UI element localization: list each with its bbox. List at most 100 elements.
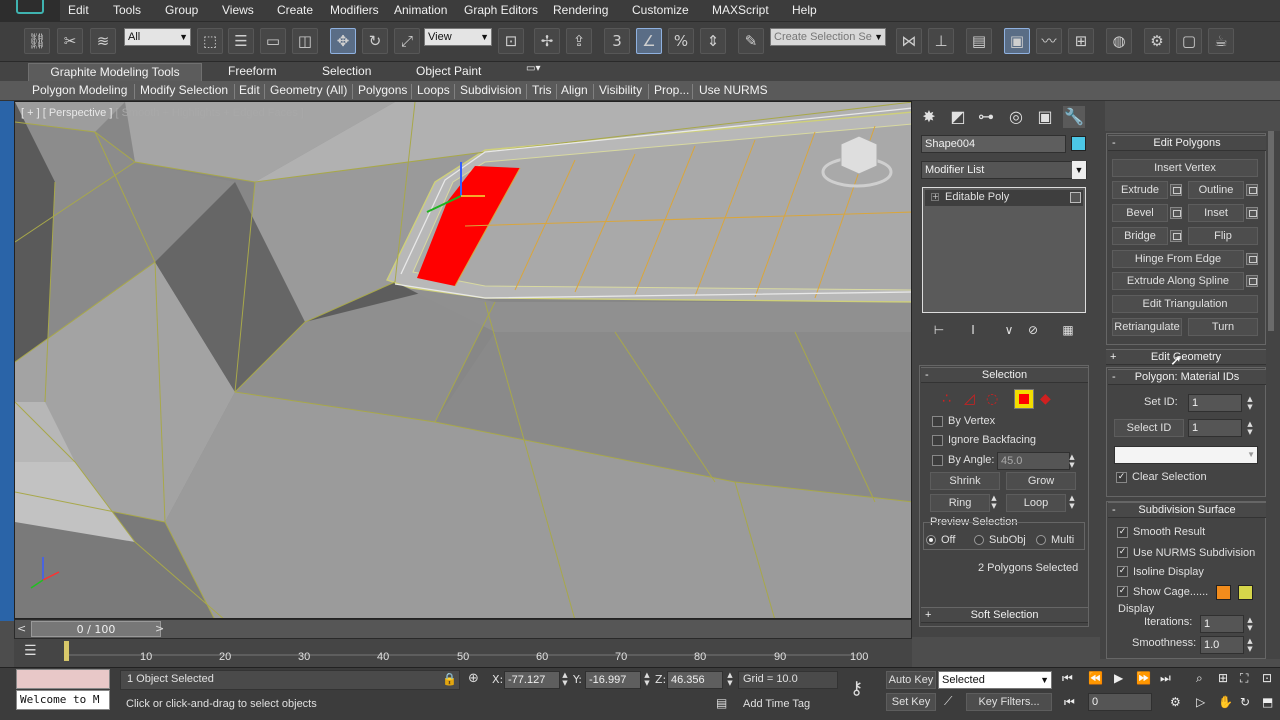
bevel-settings-icon[interactable] [1170,207,1182,219]
perspective-viewport[interactable]: [ + ] [ Perspective ] [ Smooth + Highlig… [14,101,912,619]
bevel-button[interactable]: Bevel [1112,204,1168,222]
show-end-result-icon[interactable]: Ⅰ [962,319,984,341]
edit-named-selection-icon[interactable]: ✎ [738,28,764,54]
render-setup-icon[interactable]: ⚙ [1144,28,1170,54]
ribbon-options-icon[interactable]: ▭▾ [526,63,540,74]
set-key-icon[interactable]: ⚷ [850,678,863,699]
menu-views[interactable]: Views [222,3,254,17]
reference-coordinate-dropdown[interactable]: View ▼ [424,28,492,46]
make-unique-icon[interactable]: ∨ [998,319,1020,341]
time-slider-next-icon[interactable]: > [155,622,164,635]
keyboard-shortcut-override-icon[interactable]: ⇪ [566,28,592,54]
select-id-button[interactable]: Select ID [1114,419,1184,437]
modifier-stack[interactable]: + Editable Poly [922,187,1086,313]
bridge-settings-icon[interactable] [1170,230,1182,242]
viewport-scene[interactable] [15,102,912,619]
edit-polygons-header[interactable]: - Edit Polygons [1108,135,1266,151]
zoom-extents-icon[interactable]: ⛶ [1240,671,1248,686]
orbit-icon[interactable]: ↻ [1240,695,1250,709]
smooth-result-checkbox[interactable]: ✓ [1117,527,1128,538]
menu-create[interactable]: Create [277,3,313,17]
preview-subobj-radio[interactable] [974,535,984,545]
menu-modifiers[interactable]: Modifiers [330,3,379,17]
menu-tools[interactable]: Tools [113,3,141,17]
ribbon-polygon-modeling[interactable]: Polygon Modeling [32,83,127,97]
by-angle-field[interactable]: 45.0 [997,452,1070,470]
field-of-view-icon[interactable]: ▷ [1196,695,1205,709]
add-time-tag-button[interactable]: Add Time Tag [743,698,810,710]
time-slider-prev-icon[interactable]: < [17,622,26,635]
app-logo-button[interactable] [0,0,60,22]
time-configuration-icon[interactable]: ⚙ [1170,695,1181,709]
ribbon-properties[interactable]: Prop... [654,83,689,97]
angle-snap-icon[interactable]: ∠ [636,28,662,54]
inset-button[interactable]: Inset [1188,204,1244,222]
extrude-settings-icon[interactable] [1170,184,1182,196]
previous-frame-icon[interactable]: ⏪ [1088,671,1103,685]
menu-rendering[interactable]: Rendering [553,3,608,17]
x-coordinate-spinner[interactable]: ▲ ▼ [561,671,569,689]
bind-space-warp-icon[interactable]: ≋ [90,28,116,54]
soft-selection-rollout-header[interactable]: + Soft Selection [921,607,1088,623]
ribbon-visibility[interactable]: Visibility [599,83,642,97]
smoothness-field[interactable]: 1.0 [1200,636,1244,654]
schematic-view-icon[interactable]: ⊞ [1068,28,1094,54]
named-selection-dropdown[interactable]: Create Selection Se ▼ [770,28,886,46]
configure-modifier-sets-icon[interactable]: ▦ [1057,319,1079,341]
ribbon-edit[interactable]: Edit [239,83,260,97]
menu-group[interactable]: Group [165,3,198,17]
zoom-extents-all-icon[interactable]: ⊡ [1262,671,1272,685]
mirror-icon[interactable]: ⋈ [896,28,922,54]
ribbon-subdivision[interactable]: Subdivision [460,83,521,97]
time-tag-icon[interactable]: ▤ [716,696,727,710]
ribbon-use-nurms[interactable]: Use NURMS [699,83,768,97]
loop-spinner[interactable]: ▲ ▼ [1068,494,1076,512]
curve-editor-icon[interactable]: 〰 [1036,28,1062,54]
by-angle-spinner[interactable]: ▲ ▼ [1068,453,1076,471]
key-filters-button[interactable]: Key Filters... [966,693,1052,711]
outline-button[interactable]: Outline [1188,181,1244,199]
default-in-out-tangents-icon[interactable]: ⟋ [944,694,952,709]
use-nurms-checkbox[interactable]: ✓ [1117,547,1128,558]
play-icon[interactable]: ▶ [1114,671,1123,685]
object-color-swatch[interactable] [1071,136,1086,151]
show-cage-checkbox[interactable]: ✓ [1117,586,1128,597]
y-coordinate-field[interactable]: -16.997 [585,671,641,689]
material-ids-header[interactable]: - Polygon: Material IDs [1108,369,1266,385]
insert-vertex-button[interactable]: Insert Vertex [1112,159,1258,177]
tab-selection[interactable]: Selection [322,64,371,78]
modify-tab-icon[interactable]: ◩ [947,106,969,128]
selection-lock-icon[interactable]: 🔒 [442,672,457,686]
align-icon[interactable]: ⊥ [928,28,954,54]
x-coordinate-field[interactable]: -77.127 [504,671,560,689]
menu-help[interactable]: Help [792,3,817,17]
select-and-scale-icon[interactable]: ⤢ [394,28,420,54]
auto-key-button[interactable]: Auto Key [886,671,936,689]
select-by-name-icon[interactable]: ☰ [228,28,254,54]
link-icon[interactable]: ⛓ [24,28,50,54]
iterations-field[interactable]: 1 [1200,615,1244,633]
graphite-toggle-icon[interactable]: ▣ [1004,28,1030,54]
select-id-spinner[interactable]: ▲ ▼ [1246,420,1254,438]
selection-rollout-header[interactable]: - Selection [921,367,1088,383]
window-crossing-icon[interactable]: ◫ [292,28,318,54]
inset-settings-icon[interactable] [1246,207,1258,219]
by-angle-checkbox[interactable] [932,455,943,466]
rectangular-region-icon[interactable]: ▭ [260,28,286,54]
element-mode-icon[interactable]: ◆ [1040,391,1051,407]
z-coordinate-field[interactable]: 46.356 [667,671,723,689]
object-name-field[interactable]: Shape004 [921,135,1066,153]
go-to-start-icon[interactable]: ⏮ [1062,671,1073,686]
set-key-button[interactable]: Set Key [886,693,936,711]
clear-selection-checkbox[interactable]: ✓ [1116,472,1127,483]
remove-modifier-icon[interactable]: ⊘ [1022,319,1044,341]
menu-graph-editors[interactable]: Graph Editors [464,3,538,17]
hierarchy-tab-icon[interactable]: ⊶ [975,106,997,128]
ribbon-polygons[interactable]: Polygons [358,83,407,97]
subdivision-surface-header[interactable]: - Subdivision Surface [1108,502,1266,518]
grow-button[interactable]: Grow [1006,472,1076,490]
extrude-button[interactable]: Extrude [1112,181,1168,199]
menu-customize[interactable]: Customize [632,3,689,17]
flip-button[interactable]: Flip [1188,227,1258,245]
menu-animation[interactable]: Animation [394,3,447,17]
